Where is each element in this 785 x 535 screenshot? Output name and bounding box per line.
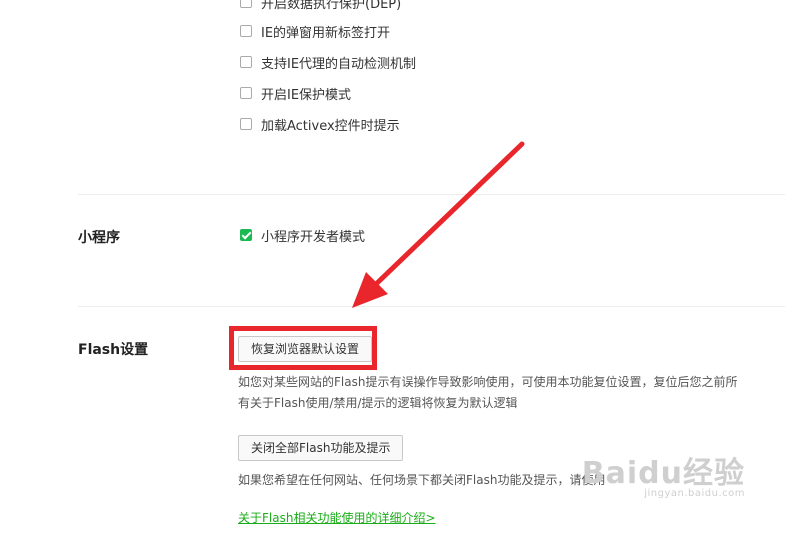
baidu-watermark: Baidu经验 jingyan.baidu.com: [582, 448, 745, 499]
watermark-logo: Baidu经验: [581, 456, 745, 491]
